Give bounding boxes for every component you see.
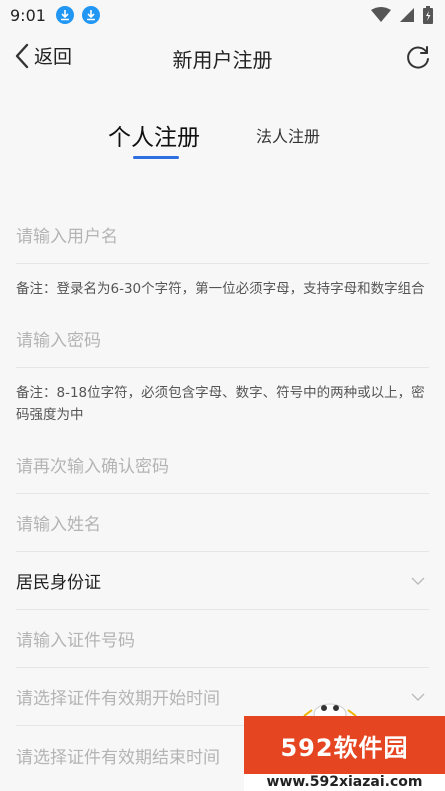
id-type-select[interactable]: 居民身份证 <box>16 552 429 610</box>
password-placeholder: 请输入密码 <box>16 331 101 351</box>
active-tab-indicator <box>133 156 179 159</box>
confirm-password-placeholder: 请再次输入确认密码 <box>16 457 169 477</box>
tab-personal[interactable]: 个人注册 <box>108 118 200 152</box>
valid-start-placeholder: 请选择证件有效期开始时间 <box>16 689 220 709</box>
watermark-url: www.592xiazai.com <box>244 774 445 791</box>
app-header: 返回 新用户注册 <box>0 30 445 86</box>
id-type-value: 居民身份证 <box>16 573 101 593</box>
watermark-brand: 592软件园 <box>280 733 409 762</box>
download-icon <box>55 6 74 24</box>
username-field[interactable]: 请输入用户名 <box>16 206 429 264</box>
battery-icon <box>423 6 433 24</box>
tab-corporate[interactable]: 法人注册 <box>256 123 320 147</box>
status-time: 9:01 <box>10 5 46 25</box>
watermark-logo: 592软件园 <box>244 716 445 774</box>
registration-form: 请输入用户名 备注：登录名为6-30个字符，第一位必须字母，支持字母和数字组合 … <box>0 206 445 784</box>
name-field[interactable]: 请输入姓名 <box>16 494 429 552</box>
page-title: 新用户注册 <box>172 48 273 72</box>
chevron-down-icon <box>411 693 425 701</box>
chevron-down-icon <box>411 577 425 585</box>
signal-icon <box>400 8 414 22</box>
confirm-password-field[interactable]: 请再次输入确认密码 <box>16 436 429 494</box>
id-number-field[interactable]: 请输入证件号码 <box>16 610 429 668</box>
username-placeholder: 请输入用户名 <box>16 227 118 247</box>
valid-end-placeholder: 请选择证件有效期结束时间 <box>16 747 220 768</box>
status-icons <box>371 6 433 24</box>
refresh-icon[interactable] <box>405 44 431 70</box>
wifi-icon <box>371 7 391 22</box>
register-tabs: 个人注册 法人注册 <box>0 110 445 166</box>
username-note: 备注：登录名为6-30个字符，第一位必须字母，支持字母和数字组合 <box>16 281 425 297</box>
password-field[interactable]: 请输入密码 <box>16 310 429 368</box>
name-placeholder: 请输入姓名 <box>16 515 101 535</box>
id-number-placeholder: 请输入证件号码 <box>16 631 135 651</box>
password-note: 备注：8-18位字符，必须包含字母、数字、符号中的两种或以上，密码强度为中 <box>16 385 425 423</box>
status-bar: 9:01 <box>0 0 445 30</box>
download-icon <box>81 6 100 24</box>
